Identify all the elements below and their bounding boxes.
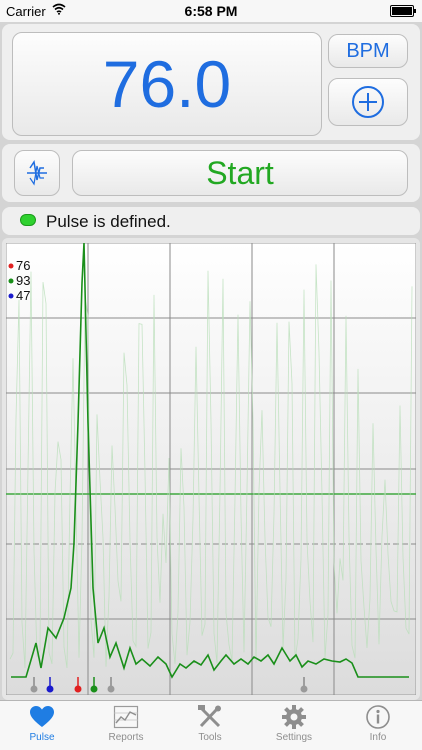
- chart-icon: [113, 705, 139, 729]
- status-message: Pulse is defined.: [46, 212, 171, 231]
- add-button[interactable]: [328, 78, 408, 126]
- tab-info[interactable]: Info: [336, 705, 420, 749]
- legend-dot-red: [8, 263, 14, 269]
- unit-button[interactable]: BPM: [328, 34, 408, 68]
- legend-value-green: 93: [16, 273, 30, 288]
- graph-legend: 76 93 47: [8, 258, 30, 303]
- battery-icon: [390, 5, 416, 17]
- legend-value-blue: 47: [16, 288, 30, 303]
- status-bar: Carrier 6:58 PM: [0, 0, 422, 22]
- tab-tools[interactable]: Tools: [168, 705, 252, 749]
- clock: 6:58 PM: [184, 3, 238, 19]
- tab-pulse[interactable]: Pulse: [0, 705, 84, 749]
- legend-value-red: 76: [16, 258, 30, 273]
- tab-label: Pulse: [29, 732, 55, 743]
- tab-label: Reports: [108, 732, 144, 743]
- tab-settings[interactable]: Settings: [252, 705, 336, 749]
- plus-circle-icon: [352, 86, 384, 118]
- tools-icon: [198, 705, 221, 728]
- tab-label: Settings: [275, 732, 313, 743]
- heart-icon: [30, 706, 54, 727]
- waveform-icon: [27, 160, 47, 186]
- mode-button[interactable]: [14, 150, 60, 196]
- tab-label: Info: [369, 732, 387, 743]
- pulse-graph: 76 93 47: [6, 243, 416, 695]
- bpm-readout: 76.0: [12, 32, 322, 136]
- legend-dot-green: [8, 278, 14, 284]
- info-icon: [366, 705, 390, 729]
- legend-dot-blue: [8, 293, 14, 299]
- tab-bar: Pulse Reports Tools Settings Info: [0, 700, 422, 750]
- tab-reports[interactable]: Reports: [84, 705, 168, 749]
- gear-icon: [282, 705, 306, 729]
- tab-label: Tools: [198, 732, 222, 743]
- start-button[interactable]: Start: [72, 150, 408, 196]
- status-indicator: [20, 214, 36, 226]
